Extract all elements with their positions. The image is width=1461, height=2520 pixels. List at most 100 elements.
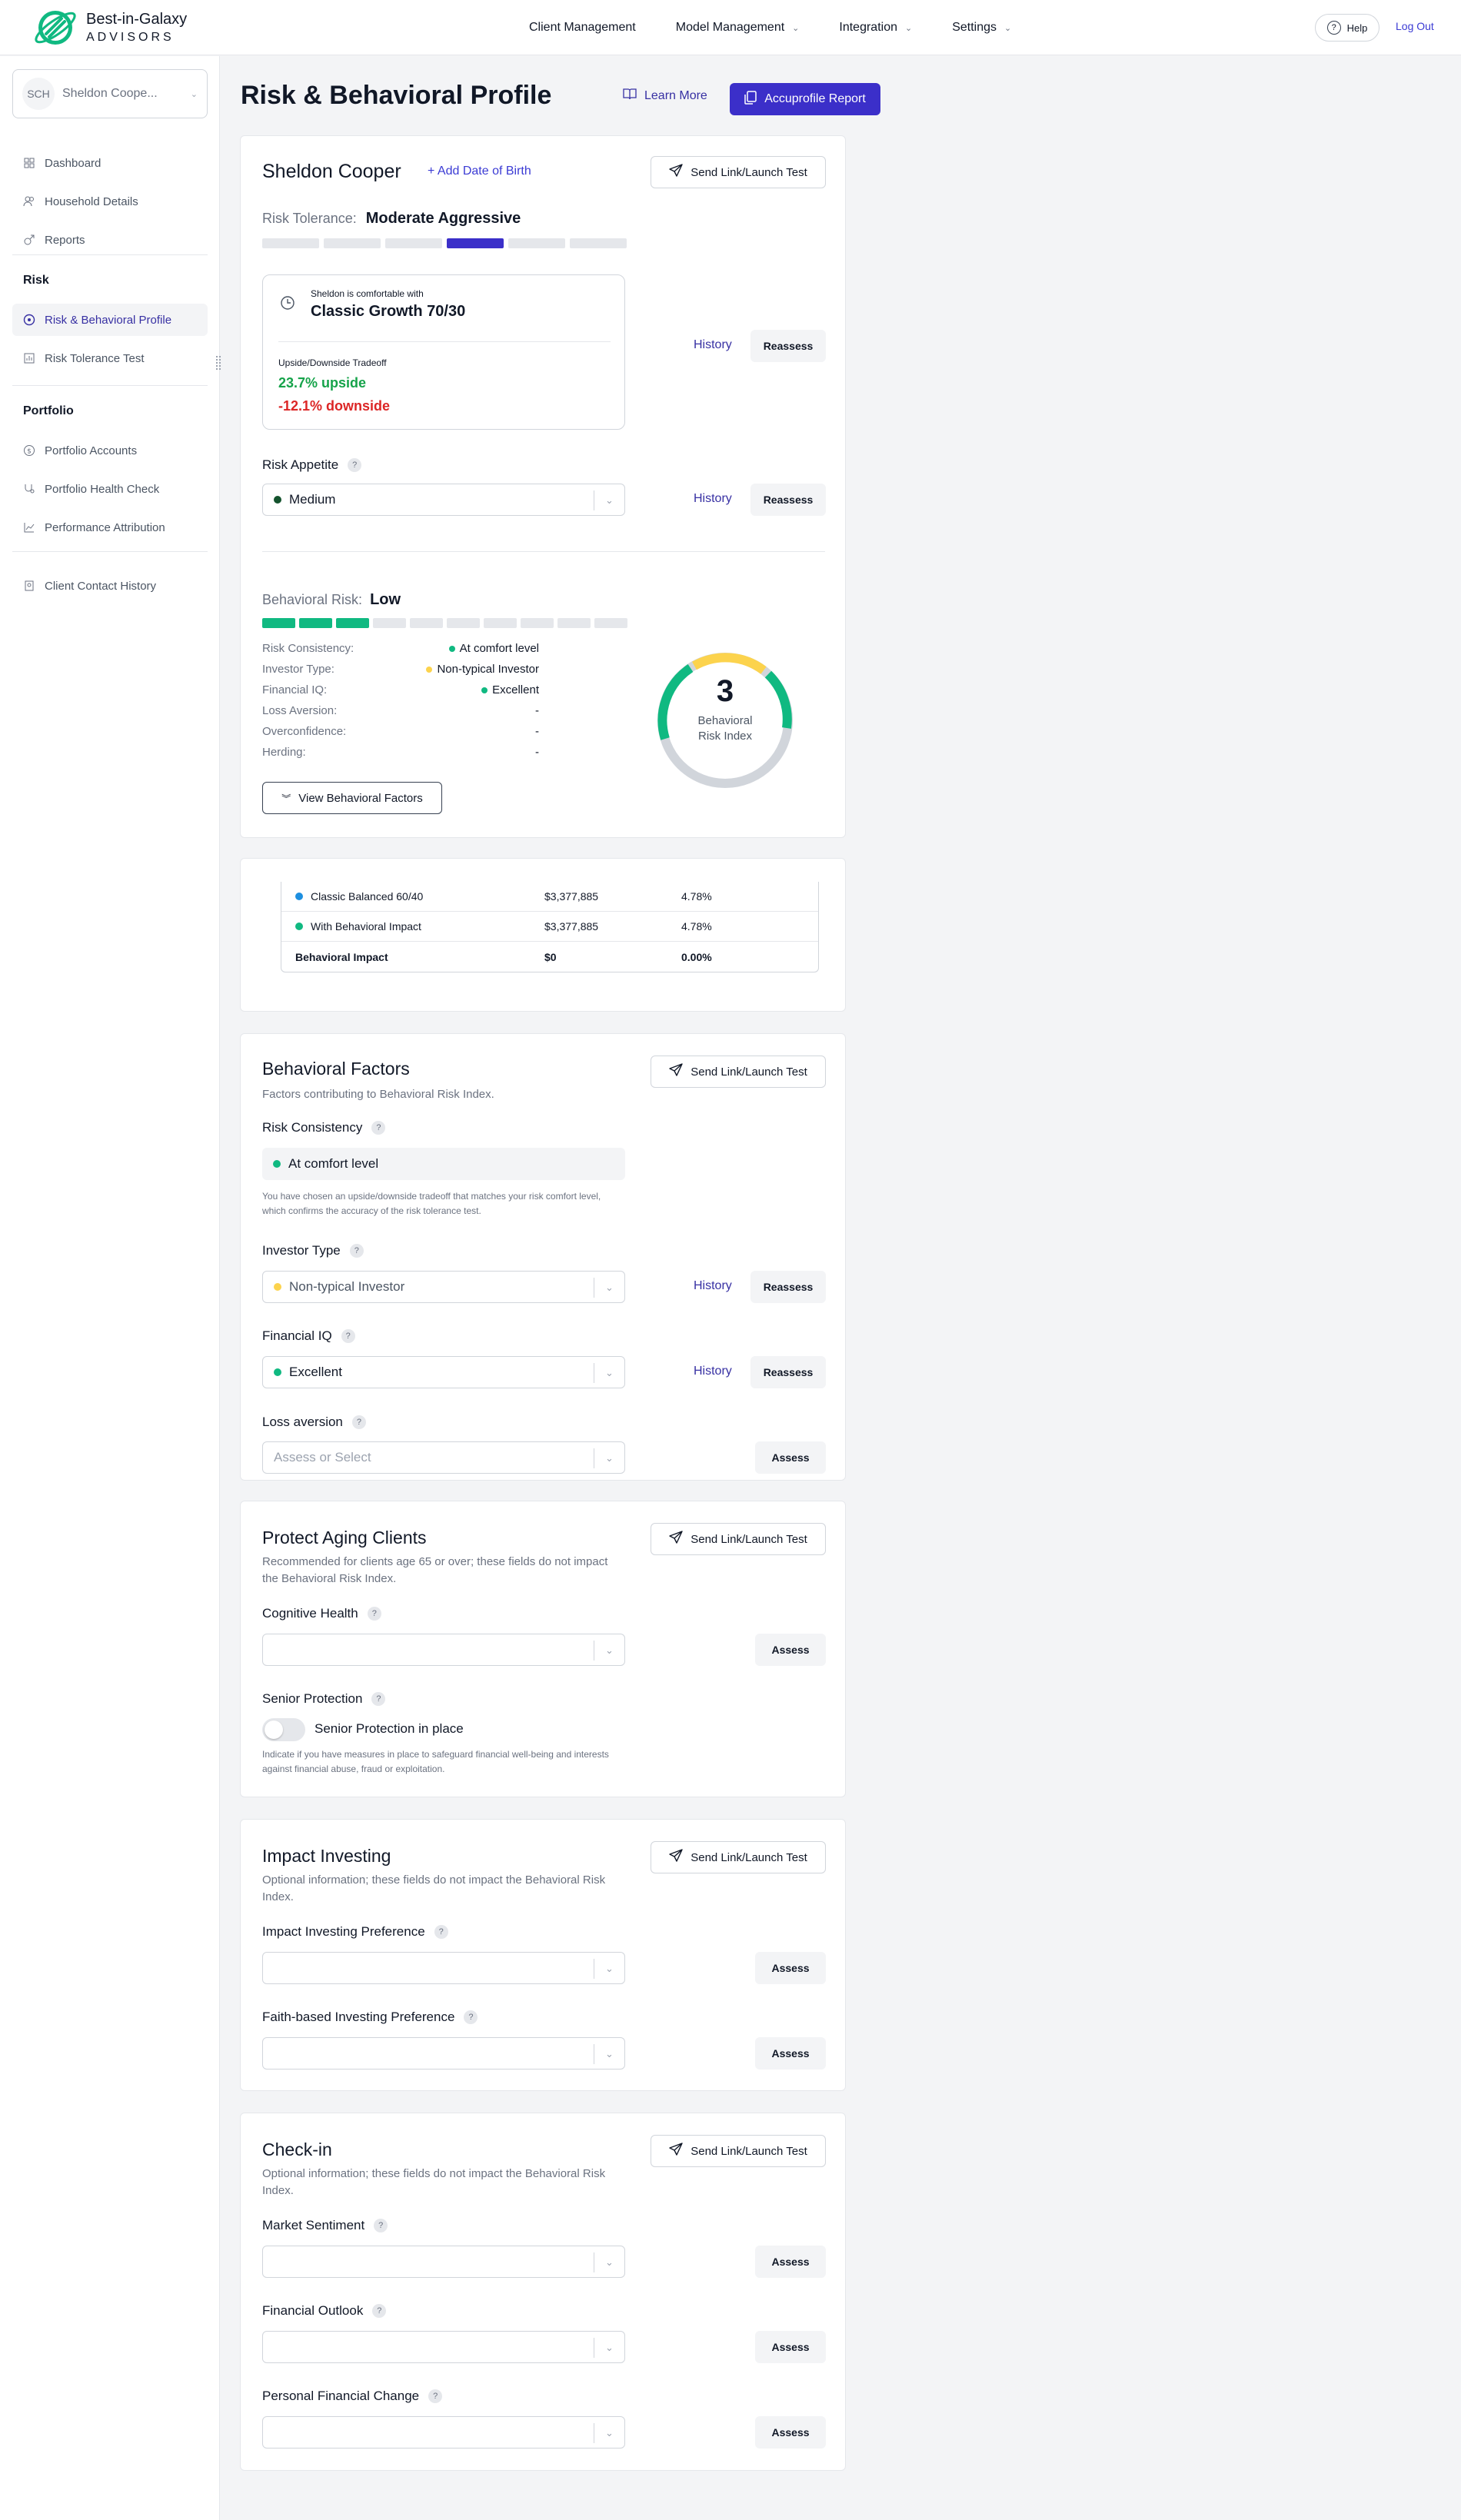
help-tooltip-icon[interactable]: ? — [351, 1415, 366, 1429]
resize-handle[interactable] — [216, 356, 221, 370]
help-tooltip-icon[interactable]: ? — [367, 1607, 381, 1621]
help-tooltip-icon[interactable]: ? — [371, 1121, 386, 1135]
factor-label: Overconfidence: — [262, 725, 347, 738]
chevron-down-icon: ⌄ — [594, 2338, 624, 2358]
learn-more-link[interactable]: Learn More — [623, 88, 707, 104]
behavioral-factors-subtitle: Factors contributing to Behavioral Risk … — [262, 1088, 494, 1101]
risk-consistency-value: At comfort level — [288, 1156, 379, 1171]
nav-settings[interactable]: Settings ⌄ — [952, 21, 1011, 35]
help-button[interactable]: ? Help — [1315, 14, 1379, 42]
risk-profile-card: Sheldon Cooper + Add Date of Birth Send … — [240, 135, 846, 838]
help-tooltip-icon[interactable]: ? — [341, 1329, 355, 1343]
nav-model-management[interactable]: Model Management ⌄ — [676, 21, 800, 35]
svg-text:$: $ — [27, 448, 32, 456]
risk-tolerance-value: Moderate Aggressive — [365, 210, 521, 227]
table-row: Classic Balanced 60/40 $3,377,885 4.78% — [281, 882, 818, 912]
nav-label: Integration — [839, 21, 897, 34]
cognitive-health-assess-button[interactable]: Assess — [755, 1634, 826, 1666]
help-tooltip-icon[interactable]: ? — [434, 1925, 448, 1939]
investor-type-select[interactable]: Non-typical Investor ⌄ — [262, 1271, 625, 1303]
investor-type-value: Non-typical Investor — [289, 1279, 405, 1294]
help-tooltip-icon[interactable]: ? — [428, 2389, 443, 2403]
senior-protection-toggle[interactable] — [262, 1718, 305, 1741]
line-chart-icon — [23, 521, 35, 534]
sidebar-item-client-contact-history[interactable]: Client Contact History — [12, 570, 208, 602]
comfort-line: Sheldon is comfortable with — [311, 288, 424, 299]
factor-value: At comfort level — [448, 642, 539, 655]
sidebar-item-portfolio-health-check[interactable]: Portfolio Health Check — [12, 473, 208, 505]
help-tooltip-icon[interactable]: ? — [372, 2304, 387, 2318]
sidebar-item-dashboard[interactable]: Dashboard — [12, 147, 208, 179]
nav-client-management[interactable]: Client Management — [529, 21, 636, 35]
send-link-label: Send Link/Launch Test — [691, 1065, 807, 1079]
market-sentiment-select[interactable]: ⌄ — [262, 2246, 625, 2278]
financial-iq-reassess-button[interactable]: Reassess — [750, 1356, 826, 1388]
chevron-down-icon: ⌄ — [594, 2044, 624, 2064]
factor-label: Investor Type: — [262, 663, 334, 676]
financial-iq-select[interactable]: Excellent ⌄ — [262, 1356, 625, 1388]
loss-aversion-assess-button[interactable]: Assess — [755, 1441, 826, 1474]
risk-appetite-reassess-button[interactable]: Reassess — [750, 484, 826, 516]
help-tooltip-icon[interactable]: ? — [371, 1692, 386, 1706]
impact-pref-select[interactable]: ⌄ — [262, 1952, 625, 1984]
risk-appetite-history-link[interactable]: History — [694, 492, 732, 506]
cognitive-health-select[interactable]: ⌄ — [262, 1634, 625, 1666]
brand-logo[interactable]: Best-in-Galaxy ADVISORS — [31, 3, 187, 52]
personal-financial-change-assess-button[interactable]: Assess — [755, 2416, 826, 2449]
status-dot — [274, 496, 281, 504]
help-tooltip-icon[interactable]: ? — [349, 1244, 364, 1258]
market-sentiment-assess-button[interactable]: Assess — [755, 2246, 826, 2278]
help-tooltip-icon[interactable]: ? — [374, 2219, 388, 2232]
personal-financial-change-select[interactable]: ⌄ — [262, 2416, 625, 2449]
sidebar-item-household[interactable]: Household Details — [12, 185, 208, 218]
client-selector[interactable]: SCH Sheldon Coope... ⌄ — [12, 69, 208, 118]
loss-aversion-select[interactable]: Assess or Select ⌄ — [262, 1441, 625, 1474]
factor-row: Overconfidence: - — [262, 725, 539, 742]
logout-link[interactable]: Log Out — [1396, 20, 1434, 32]
sidebar-item-performance-attribution[interactable]: Performance Attribution — [12, 511, 208, 544]
impact-pref-assess-button[interactable]: Assess — [755, 1952, 826, 1984]
factor-value: - — [535, 725, 539, 738]
meter-segment — [373, 618, 406, 628]
cognitive-health-label: Cognitive Health ? — [262, 1606, 381, 1621]
grid-icon — [23, 157, 35, 169]
help-tooltip-icon[interactable]: ? — [464, 2010, 478, 2024]
investor-type-history-link[interactable]: History — [694, 1279, 732, 1293]
aging-title: Protect Aging Clients — [262, 1528, 427, 1548]
investor-type-text: Investor Type — [262, 1243, 341, 1258]
factor-value: - — [535, 704, 539, 717]
help-tooltip-icon[interactable]: ? — [348, 458, 362, 472]
send-link-button[interactable]: Send Link/Launch Test — [651, 2135, 826, 2167]
view-behavioral-factors-button[interactable]: ︾ View Behavioral Factors — [262, 782, 442, 814]
risk-tolerance-reassess-button[interactable]: Reassess — [750, 330, 826, 362]
status-dot — [481, 687, 488, 693]
nav-integration[interactable]: Integration ⌄ — [839, 21, 912, 35]
add-dob-link[interactable]: + Add Date of Birth — [428, 165, 531, 178]
accuprofile-report-button[interactable]: Accuprofile Report — [730, 83, 880, 115]
send-link-button[interactable]: Send Link/Launch Test — [651, 1056, 826, 1088]
risk-tolerance-history-link[interactable]: History — [694, 338, 732, 352]
sidebar-item-label: Portfolio Accounts — [45, 444, 138, 457]
send-link-button[interactable]: Send Link/Launch Test — [651, 156, 826, 188]
financial-outlook-assess-button[interactable]: Assess — [755, 2331, 826, 2363]
faith-pref-select[interactable]: ⌄ — [262, 2037, 625, 2070]
chevron-down-icon: ⌄ — [594, 1363, 624, 1383]
row-name: Classic Balanced 60/40 — [311, 890, 424, 903]
risk-appetite-select[interactable]: Medium ⌄ — [262, 484, 625, 516]
faith-pref-assess-button[interactable]: Assess — [755, 2037, 826, 2070]
investor-type-reassess-button[interactable]: Reassess — [750, 1271, 826, 1303]
stethoscope-icon — [23, 483, 35, 495]
sidebar-item-risk-behavioral-profile[interactable]: Risk & Behavioral Profile — [12, 304, 208, 336]
market-sentiment-text: Market Sentiment — [262, 2218, 365, 2232]
meter-segment — [299, 618, 332, 628]
sidebar-item-risk-tolerance-test[interactable]: Risk Tolerance Test — [12, 342, 208, 374]
checkin-subtitle: Optional information; these fields do no… — [262, 2167, 606, 2197]
sidebar-item-reports[interactable]: Reports — [12, 224, 208, 256]
financial-outlook-select[interactable]: ⌄ — [262, 2331, 625, 2363]
sidebar-item-portfolio-accounts[interactable]: $ Portfolio Accounts — [12, 434, 208, 467]
send-link-button[interactable]: Send Link/Launch Test — [651, 1841, 826, 1873]
reports-icon — [23, 234, 35, 246]
financial-iq-history-link[interactable]: History — [694, 1365, 732, 1378]
personal-financial-change-label: Personal Financial Change ? — [262, 2389, 443, 2404]
send-link-button[interactable]: Send Link/Launch Test — [651, 1523, 826, 1555]
